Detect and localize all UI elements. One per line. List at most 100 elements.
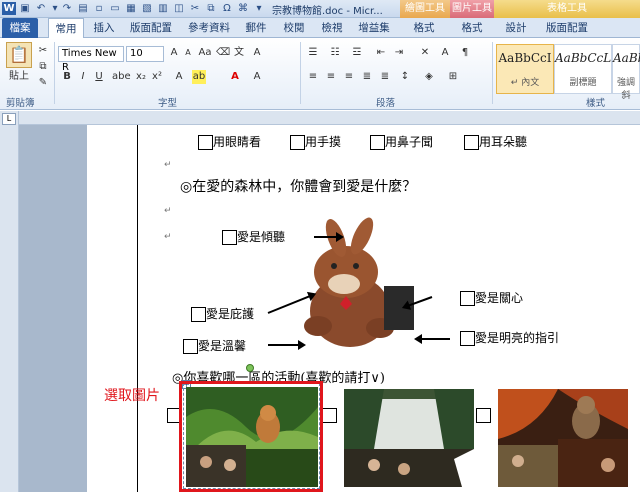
align-center-icon[interactable]: ≡ <box>324 70 338 84</box>
distributed-icon[interactable]: ≣ <box>378 70 392 84</box>
group-divider <box>54 42 55 104</box>
strikethrough-icon[interactable]: abe <box>112 70 131 84</box>
underline-icon[interactable]: U <box>92 70 106 84</box>
checkbox-nose[interactable] <box>370 135 385 150</box>
checkbox-ear[interactable] <box>464 135 479 150</box>
shape-icon[interactable]: ◫ <box>172 2 186 15</box>
option-ear-label: 用耳朵聽 <box>479 135 528 149</box>
vertical-ruler[interactable] <box>0 111 19 492</box>
tab-table-design[interactable]: 設計 <box>500 18 532 38</box>
clear-format-icon[interactable]: ⌫ <box>216 46 230 60</box>
checkbox-love-warm[interactable] <box>183 339 198 354</box>
table-icon[interactable]: ▦ <box>124 2 138 15</box>
word-app-icon[interactable]: W <box>2 2 16 15</box>
horizontal-ruler[interactable] <box>19 111 640 125</box>
print-preview-icon[interactable]: ▤ <box>76 2 90 15</box>
grow-font-icon[interactable]: A <box>168 46 180 60</box>
chart-icon[interactable]: ▥ <box>156 2 170 15</box>
shrink-font-icon[interactable]: A <box>182 46 194 60</box>
checkbox-love-guide[interactable] <box>460 331 475 346</box>
style-name: 副標題 <box>569 78 597 88</box>
font-size-combo[interactable]: 10 <box>126 46 164 62</box>
tab-selector-icon[interactable]: L <box>2 113 16 125</box>
borders-icon[interactable]: ⊞ <box>446 70 460 84</box>
multilevel-list-icon[interactable]: ☲ <box>350 46 364 60</box>
checkbox-picture-2[interactable] <box>322 408 337 423</box>
tab-insert[interactable]: 插入 <box>86 18 122 38</box>
activity-picture-3[interactable] <box>498 389 628 487</box>
font-name-combo[interactable]: Times New R <box>58 46 124 73</box>
highlight-icon[interactable]: ab <box>192 70 206 84</box>
justify-icon[interactable]: ≣ <box>360 70 374 84</box>
style-sample: AaBbCcI <box>613 51 640 65</box>
tab-page-layout[interactable]: 版面配置 <box>124 18 178 38</box>
format-painter-icon[interactable]: ✎ <box>36 76 50 90</box>
question-forest: ◎在愛的森林中，你體會到愛是什麼？ <box>180 179 417 195</box>
group-divider <box>300 42 301 104</box>
bullets-icon[interactable]: ☰ <box>306 46 320 60</box>
chinese-layout-icon[interactable]: A <box>438 46 452 60</box>
open-icon[interactable]: ▭ <box>108 2 122 15</box>
love-guide: 愛是明亮的指引 <box>460 329 559 346</box>
hyperlink-icon[interactable]: ⌘ <box>236 2 250 15</box>
tab-file[interactable]: 檔案 <box>2 18 38 38</box>
clipboard-group-label: 剪貼簿 <box>6 98 35 109</box>
cut-icon[interactable]: ✂ <box>36 44 50 58</box>
subscript-icon[interactable]: x₂ <box>134 70 148 84</box>
increase-indent-icon[interactable]: ⇥ <box>392 46 406 60</box>
activity-picture-2[interactable] <box>344 389 474 487</box>
style-emphasis[interactable]: AaBbCcI 強調斜 <box>612 44 640 101</box>
rotate-handle-icon[interactable] <box>246 364 254 372</box>
decrease-indent-icon[interactable]: ⇤ <box>374 46 388 60</box>
tab-table-layout[interactable]: 版面配置 <box>540 18 594 38</box>
paste-icon[interactable]: 📋 <box>6 42 32 68</box>
checkbox-eyes[interactable] <box>198 135 213 150</box>
paste-button[interactable]: 貼上 <box>4 70 34 84</box>
tab-picture-format[interactable]: 格式 <box>452 18 492 38</box>
cut-icon[interactable]: ✂ <box>188 2 202 15</box>
style-subtitle[interactable]: AaBbCcL 副標題 <box>554 44 612 94</box>
show-marks-icon[interactable]: ¶ <box>458 46 472 60</box>
copy-icon[interactable]: ⧉ <box>204 2 218 15</box>
new-doc-icon[interactable]: ▫ <box>92 2 106 15</box>
context-tab-table-tools: 表格工具 <box>494 0 640 18</box>
customize-toolbar-icon[interactable]: ▾ <box>252 2 266 15</box>
numbering-icon[interactable]: ☷ <box>328 46 342 60</box>
checkbox-hand[interactable] <box>290 135 305 150</box>
save-icon[interactable]: ▣ <box>18 2 32 15</box>
italic-icon[interactable]: I <box>76 70 90 84</box>
copy-icon[interactable]: ⧉ <box>36 60 50 74</box>
tab-mailings[interactable]: 郵件 <box>238 18 274 38</box>
tab-review[interactable]: 校閱 <box>276 18 312 38</box>
change-case-icon[interactable]: Aa <box>198 46 212 60</box>
tab-references[interactable]: 參考資料 <box>182 18 236 38</box>
align-left-icon[interactable]: ≡ <box>306 70 320 84</box>
align-right-icon[interactable]: ≡ <box>342 70 356 84</box>
font-color-icon[interactable]: A <box>228 70 242 84</box>
omega-icon[interactable]: Ω <box>220 2 234 15</box>
shading-icon[interactable]: ◈ <box>422 70 436 84</box>
checkbox-love-protect[interactable] <box>191 307 206 322</box>
char-border-icon[interactable]: A <box>250 46 264 60</box>
paragraph-mark: ↵ <box>164 160 172 170</box>
checkbox-picture-3[interactable] <box>476 408 491 423</box>
tab-home[interactable]: 常用 <box>48 18 84 38</box>
bold-icon[interactable]: B <box>60 70 74 84</box>
checkbox-love-care[interactable] <box>460 291 475 306</box>
checkbox-love-listen[interactable] <box>222 230 237 245</box>
rabbit-image[interactable] <box>288 216 416 356</box>
sort-icon[interactable]: ✕ <box>418 46 432 60</box>
line-spacing-icon[interactable]: ↕ <box>398 70 412 84</box>
tab-view[interactable]: 檢視 <box>314 18 350 38</box>
picture-icon[interactable]: ▧ <box>140 2 154 15</box>
text-effects-icon[interactable]: A <box>172 70 186 84</box>
tab-drawing-format[interactable]: 格式 <box>404 18 444 38</box>
font-group-label: 字型 <box>158 98 178 109</box>
undo-icon[interactable]: ↶ <box>34 2 48 15</box>
superscript-icon[interactable]: x² <box>150 70 164 84</box>
char-shading-icon[interactable]: A <box>250 70 264 84</box>
tab-addins[interactable]: 增益集 <box>352 18 396 38</box>
style-normal[interactable]: AaBbCcI ↵ 內文 <box>496 44 554 94</box>
phonetic-guide-icon[interactable]: 文 <box>232 46 246 60</box>
redo-icon[interactable]: ↷ <box>60 2 74 15</box>
